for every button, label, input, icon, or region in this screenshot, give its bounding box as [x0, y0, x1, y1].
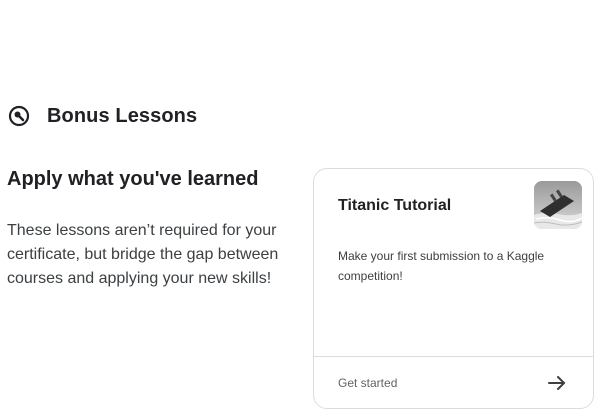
intro-heading: Apply what you've learned: [7, 168, 259, 190]
section-title: Bonus Lessons: [47, 104, 198, 127]
titanic-ship-thumbnail: [534, 181, 582, 229]
intro-description: These lessons aren’t required for your c…: [7, 222, 279, 287]
arrow-right-icon[interactable]: [547, 373, 567, 393]
card-description: Make your first submission to a Kaggle c…: [338, 249, 545, 283]
card-title[interactable]: Titanic Tutorial: [338, 197, 451, 215]
lesson-card[interactable]: Titanic Tutorial Make your first submiss…: [313, 168, 594, 409]
get-started-label[interactable]: Get started: [338, 376, 397, 390]
section-header: Bonus Lessons: [8, 103, 197, 129]
wrench-circle-icon: [8, 105, 30, 127]
get-started-button[interactable]: Get started: [314, 356, 593, 408]
